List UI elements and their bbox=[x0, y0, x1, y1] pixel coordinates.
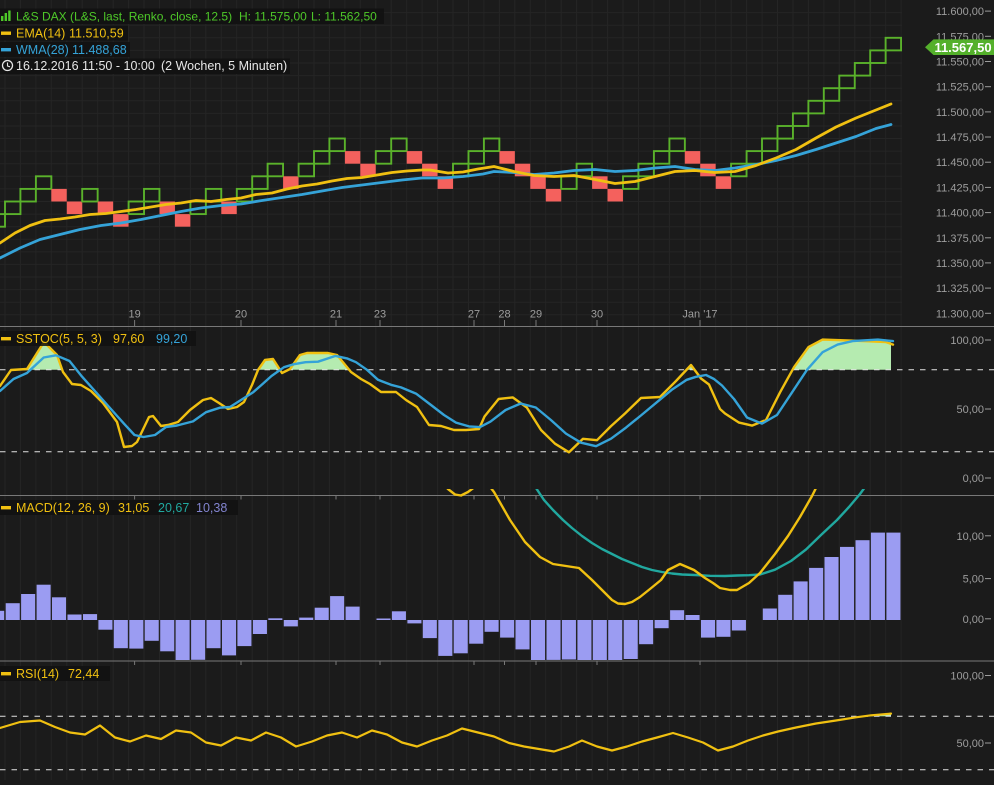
svg-text:EMA(14): EMA(14) bbox=[16, 27, 65, 41]
svg-text:WMA(28): WMA(28) bbox=[16, 43, 69, 57]
svg-text:MACD(12, 26, 9): MACD(12, 26, 9) bbox=[16, 501, 110, 515]
svg-text:0,00: 0,00 bbox=[963, 614, 984, 626]
svg-text:31,05: 31,05 bbox=[118, 501, 149, 515]
svg-text:10,38: 10,38 bbox=[196, 501, 227, 515]
svg-text:28: 28 bbox=[498, 309, 510, 321]
svg-text:11.550,00: 11.550,00 bbox=[936, 57, 984, 69]
svg-text:27: 27 bbox=[468, 309, 480, 321]
svg-text:30: 30 bbox=[591, 309, 603, 321]
svg-text:50,00: 50,00 bbox=[956, 404, 984, 416]
svg-text:29: 29 bbox=[530, 309, 542, 321]
svg-text:20: 20 bbox=[235, 309, 247, 321]
svg-text:72,44: 72,44 bbox=[68, 667, 99, 681]
svg-text:50,00: 50,00 bbox=[956, 738, 984, 750]
svg-text:11.400,00: 11.400,00 bbox=[936, 208, 984, 220]
svg-text:11.475,00: 11.475,00 bbox=[936, 132, 984, 144]
svg-text:11.425,00: 11.425,00 bbox=[936, 182, 984, 194]
svg-text:11.375,00: 11.375,00 bbox=[936, 233, 984, 245]
svg-text:0,00: 0,00 bbox=[963, 473, 984, 485]
svg-text:11.525,00: 11.525,00 bbox=[936, 82, 984, 94]
svg-text:L&S DAX (L&S, last, Renko, clo: L&S DAX (L&S, last, Renko, close, 12.5) bbox=[16, 10, 232, 24]
svg-text:99,20: 99,20 bbox=[156, 332, 187, 346]
svg-text:SSTOC(5, 5, 3): SSTOC(5, 5, 3) bbox=[16, 332, 102, 346]
svg-text:L: 11.562,50: L: 11.562,50 bbox=[311, 10, 377, 24]
svg-text:19: 19 bbox=[128, 309, 140, 321]
svg-text:H: 11.575,00: H: 11.575,00 bbox=[239, 10, 307, 24]
svg-text:(2 Wochen, 5 Minuten): (2 Wochen, 5 Minuten) bbox=[161, 59, 287, 73]
svg-text:97,60: 97,60 bbox=[113, 332, 144, 346]
svg-text:23: 23 bbox=[374, 309, 386, 321]
svg-text:5,00: 5,00 bbox=[963, 574, 984, 586]
svg-text:100,00: 100,00 bbox=[950, 335, 984, 347]
svg-text:20,67: 20,67 bbox=[158, 501, 189, 515]
svg-text:16.12.2016 11:50 - 10:00: 16.12.2016 11:50 - 10:00 bbox=[16, 59, 155, 73]
svg-text:11.500,00: 11.500,00 bbox=[936, 107, 984, 119]
svg-text:11.488,68: 11.488,68 bbox=[72, 43, 127, 57]
svg-text:11.600,00: 11.600,00 bbox=[936, 6, 984, 18]
svg-text:RSI(14): RSI(14) bbox=[16, 667, 59, 681]
svg-text:21: 21 bbox=[330, 309, 342, 321]
svg-text:11.510,59: 11.510,59 bbox=[69, 27, 124, 41]
svg-text:Jan '17: Jan '17 bbox=[682, 309, 717, 321]
svg-text:11.567,50: 11.567,50 bbox=[934, 40, 991, 55]
svg-text:10,00: 10,00 bbox=[956, 531, 984, 543]
svg-text:11.300,00: 11.300,00 bbox=[936, 308, 984, 320]
svg-text:100,00: 100,00 bbox=[950, 671, 984, 683]
svg-text:11.325,00: 11.325,00 bbox=[936, 283, 984, 295]
svg-text:11.450,00: 11.450,00 bbox=[936, 157, 984, 169]
svg-text:11.350,00: 11.350,00 bbox=[936, 258, 984, 270]
